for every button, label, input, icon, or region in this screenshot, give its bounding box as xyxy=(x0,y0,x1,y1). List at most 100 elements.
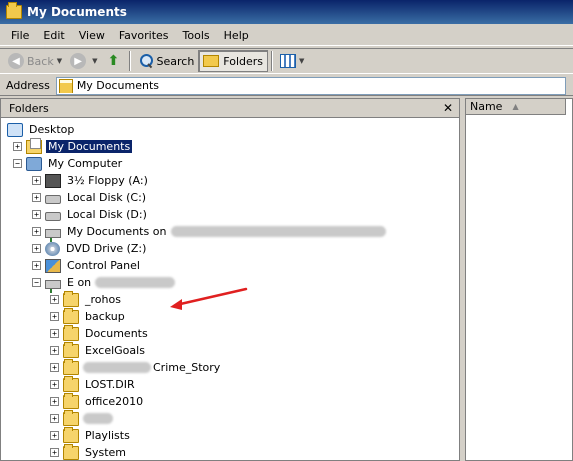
folder-icon xyxy=(63,307,79,324)
forward-arrow-icon: ▶ xyxy=(70,53,87,69)
menu-file[interactable]: File xyxy=(4,27,36,44)
column-header-name[interactable]: Name ▲ xyxy=(466,99,566,115)
folder-icon xyxy=(203,55,220,67)
tree-item-desktop[interactable]: Desktop xyxy=(7,121,76,138)
folders-button[interactable]: Folders xyxy=(198,50,269,72)
menu-edit[interactable]: Edit xyxy=(36,27,71,44)
my-documents-icon xyxy=(58,78,73,93)
tree-item-my-computer[interactable]: − My Computer xyxy=(13,155,124,172)
folder-icon xyxy=(6,2,22,19)
views-button[interactable]: ▼ xyxy=(276,50,308,72)
folder-icon xyxy=(63,341,79,358)
menu-tools[interactable]: Tools xyxy=(176,27,217,44)
expand-icon[interactable]: + xyxy=(50,380,59,389)
folder-icon xyxy=(63,409,79,426)
tree-item-backup[interactable]: + backup xyxy=(50,307,127,325)
dropdown-arrow-icon: ▼ xyxy=(56,57,63,65)
address-label: Address xyxy=(6,79,50,92)
sort-ascending-icon: ▲ xyxy=(512,102,519,111)
close-icon[interactable]: ✕ xyxy=(443,101,453,115)
folders-pane-title: Folders xyxy=(9,101,49,115)
toolbar: ◀ Back ▼ ▶ ▼ ⬆ Search Folders ▼ xyxy=(0,48,573,74)
expand-icon[interactable]: + xyxy=(50,397,59,406)
expand-icon[interactable]: + xyxy=(50,431,59,440)
dropdown-arrow-icon: ▼ xyxy=(299,57,305,65)
back-button[interactable]: ◀ Back ▼ xyxy=(4,50,66,72)
menu-bar: File Edit View Favorites Tools Help xyxy=(0,26,573,46)
address-value: My Documents xyxy=(76,79,160,92)
collapse-icon[interactable]: − xyxy=(32,278,41,287)
computer-icon xyxy=(26,156,42,171)
tree-item-my-documents-network[interactable]: + My Documents on xyxy=(32,223,387,242)
expand-icon[interactable]: + xyxy=(32,193,41,202)
search-icon xyxy=(138,53,154,69)
expand-icon[interactable]: + xyxy=(50,329,59,338)
menu-view[interactable]: View xyxy=(72,27,112,44)
expand-icon[interactable]: + xyxy=(13,142,22,151)
tree-item-local-disk-d[interactable]: + Local Disk (D:) xyxy=(32,206,149,223)
title-bar: My Documents xyxy=(0,0,573,24)
tree-item-system[interactable]: + System xyxy=(50,443,128,461)
tree-item-crime-story[interactable]: + Crime_Story xyxy=(50,358,222,376)
views-icon xyxy=(280,54,297,68)
expand-icon[interactable]: + xyxy=(50,312,59,321)
tree-item-excelgoals[interactable]: + ExcelGoals xyxy=(50,341,147,359)
expand-icon[interactable]: + xyxy=(32,176,41,185)
hard-drive-icon xyxy=(45,195,61,204)
expand-icon[interactable]: + xyxy=(50,363,59,372)
hard-drive-icon xyxy=(45,212,61,221)
forward-button[interactable]: ▶ ▼ xyxy=(66,50,101,72)
dvd-drive-icon xyxy=(45,241,60,256)
up-folder-icon: ⬆ xyxy=(107,53,120,69)
tree-item-floppy[interactable]: + 3½ Floppy (A:) xyxy=(32,172,150,189)
up-button[interactable]: ⬆ xyxy=(102,50,126,72)
my-documents-icon xyxy=(26,137,42,154)
tree-item-my-documents[interactable]: + My Documents xyxy=(13,137,134,155)
expand-icon[interactable]: + xyxy=(32,210,41,219)
address-bar: Address My Documents xyxy=(0,76,573,96)
menu-favorites[interactable]: Favorites xyxy=(112,27,176,44)
network-drive-icon xyxy=(45,280,61,293)
tree-item-control-panel[interactable]: + Control Panel xyxy=(32,257,142,274)
tree-item-redacted[interactable]: + xyxy=(50,409,113,427)
tree-item-playlists[interactable]: + Playlists xyxy=(50,426,132,444)
folder-icon xyxy=(63,426,79,443)
desktop-icon xyxy=(7,122,23,137)
tree-item-documents[interactable]: + Documents xyxy=(50,324,150,342)
back-arrow-icon: ◀ xyxy=(8,53,24,69)
tree-item-e-network[interactable]: − E on xyxy=(32,274,176,293)
network-drive-icon xyxy=(45,229,61,242)
menu-help[interactable]: Help xyxy=(217,27,256,44)
expand-icon[interactable]: + xyxy=(50,295,59,304)
annotation-arrow-icon xyxy=(170,287,248,310)
expand-icon[interactable]: + xyxy=(50,414,59,423)
redacted-text xyxy=(171,226,387,237)
expand-icon[interactable]: + xyxy=(32,261,41,270)
tree-item-local-disk-c[interactable]: + Local Disk (C:) xyxy=(32,189,148,206)
folder-icon xyxy=(63,358,79,375)
expand-icon[interactable]: + xyxy=(50,346,59,355)
tree-item-dvd-drive[interactable]: + DVD Drive (Z:) xyxy=(32,240,148,257)
tree-item-rohos[interactable]: + _rohos xyxy=(50,290,123,308)
control-panel-icon xyxy=(45,258,61,273)
dropdown-arrow-icon: ▼ xyxy=(92,57,98,65)
redacted-text xyxy=(83,413,113,424)
folders-pane: Folders ✕ Desktop + My Documents − My Co… xyxy=(0,98,460,461)
toolbar-separator xyxy=(271,51,274,71)
expand-icon[interactable]: + xyxy=(32,244,41,253)
tree-item-lost-dir[interactable]: + LOST.DIR xyxy=(50,375,137,393)
expand-icon[interactable]: + xyxy=(50,448,59,457)
tree-item-office2010[interactable]: + office2010 xyxy=(50,392,145,410)
window-title: My Documents xyxy=(27,5,127,19)
expand-icon[interactable]: + xyxy=(32,227,41,236)
toolbar-separator xyxy=(128,51,131,71)
floppy-drive-icon xyxy=(45,173,61,188)
folder-icon xyxy=(63,375,79,392)
collapse-icon[interactable]: − xyxy=(13,159,22,168)
address-input[interactable]: My Documents xyxy=(55,76,566,95)
file-list-pane: Name ▲ xyxy=(465,98,573,461)
redacted-text xyxy=(83,362,151,373)
search-button[interactable]: Search xyxy=(134,50,199,72)
folders-pane-header: Folders ✕ xyxy=(1,99,459,118)
folder-icon xyxy=(63,324,79,341)
